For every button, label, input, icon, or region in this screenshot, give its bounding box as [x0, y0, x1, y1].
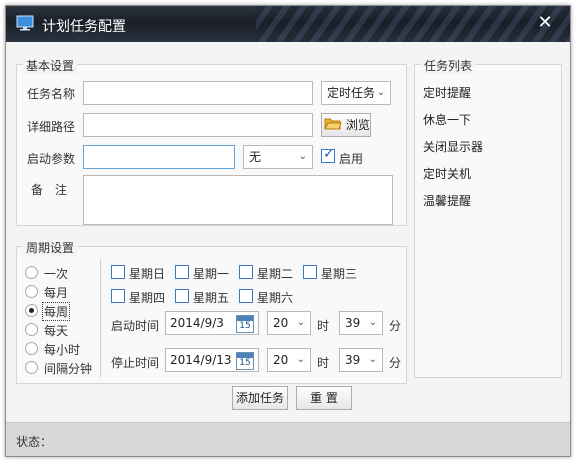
task-list-item[interactable]: 关闭显示器 — [423, 135, 553, 159]
weekday-saturday-checkbox[interactable] — [239, 289, 253, 303]
weekday-wednesday-label: 星期三 — [321, 267, 358, 281]
start-minute-select[interactable]: 39 ⌄ — [339, 311, 383, 335]
radio-hourly-label: 每小时 — [44, 343, 81, 357]
close-button[interactable]: ✕ — [534, 12, 556, 34]
chevron-down-icon: ⌄ — [376, 87, 385, 98]
task-config-window: 计划任务配置 ✕ 基本设置 任务名称 定时任务 ⌄ 详细路径 浏览 启动参数 无… — [5, 5, 571, 457]
stop-time-label: 停止时间 — [111, 356, 160, 370]
add-task-button[interactable]: 添加任务 — [232, 386, 288, 410]
path-input[interactable] — [83, 113, 313, 137]
task-list-item[interactable]: 温馨提醒 — [423, 189, 553, 213]
start-date-value: 2014/9/3 — [170, 316, 224, 330]
start-hour-select[interactable]: 20 ⌄ — [267, 311, 311, 335]
stop-date-picker[interactable]: 2014/9/13 15 — [165, 348, 259, 372]
chevron-down-icon: ⌄ — [368, 317, 377, 328]
radio-monthly-label: 每月 — [44, 286, 69, 300]
weekday-tuesday-checkbox[interactable] — [239, 265, 253, 279]
task-type-value: 定时任务 — [327, 86, 376, 100]
radio-interval-minutes[interactable] — [25, 361, 38, 374]
radio-interval-label: 间隔分钟 — [44, 362, 93, 376]
chevron-down-icon: ⌄ — [296, 354, 305, 365]
stop-minute-value: 39 — [345, 353, 361, 367]
stop-minute-unit: 分 — [389, 356, 402, 370]
weekday-tuesday-label: 星期二 — [257, 267, 294, 281]
browse-label: 浏览 — [345, 118, 370, 132]
folder-icon — [324, 115, 342, 137]
weekday-wednesday-checkbox[interactable] — [303, 265, 317, 279]
basic-settings-group: 基本设置 任务名称 定时任务 ⌄ 详细路径 浏览 启动参数 无 ⌄ ✓ 启用 备… — [16, 57, 407, 226]
radio-weekly[interactable] — [25, 304, 38, 317]
stop-minute-select[interactable]: 39 ⌄ — [339, 348, 383, 372]
radio-weekly-label: 每周 — [42, 302, 71, 321]
weekday-monday-label: 星期一 — [193, 267, 230, 281]
stop-date-value: 2014/9/13 — [170, 353, 232, 367]
param-label: 启动参数 — [27, 152, 76, 166]
param-select[interactable]: 无 ⌄ — [243, 145, 313, 169]
enable-checkbox[interactable]: ✓ — [321, 146, 335, 163]
radio-once[interactable] — [25, 266, 38, 279]
start-minute-value: 39 — [345, 316, 361, 330]
task-list-group: 任务列表 定时提醒 休息一下 关闭显示器 定时关机 温馨提醒 — [414, 57, 562, 378]
chevron-down-icon: ⌄ — [368, 354, 377, 365]
weekday-friday-label: 星期五 — [193, 291, 230, 305]
start-minute-unit: 分 — [389, 319, 402, 333]
stop-hour-value: 20 — [273, 353, 289, 367]
calendar-icon[interactable]: 15 — [236, 315, 254, 333]
radio-hourly[interactable] — [25, 342, 38, 355]
radio-daily[interactable] — [25, 323, 38, 336]
divider — [100, 259, 101, 377]
task-type-select[interactable]: 定时任务 ⌄ — [321, 81, 391, 105]
cycle-settings-group: 周期设置 一次 每月 每周 每天 每小时 间隔分钟 星期日 星期一 星期二 星期… — [16, 239, 407, 384]
stop-hour-unit: 时 — [317, 356, 330, 370]
task-name-input[interactable] — [83, 81, 313, 105]
weekday-thursday-checkbox[interactable] — [111, 289, 125, 303]
start-date-picker[interactable]: 2014/9/3 15 — [165, 311, 259, 335]
status-label: 状态： — [16, 435, 53, 449]
start-hour-unit: 时 — [317, 319, 330, 333]
weekday-friday-checkbox[interactable] — [175, 289, 189, 303]
monitor-icon — [16, 15, 34, 34]
weekday-thursday-label: 星期四 — [129, 291, 166, 305]
weekday-saturday-label: 星期六 — [257, 291, 294, 305]
status-bar: 状态： — [6, 422, 570, 456]
weekday-sunday-label: 星期日 — [129, 267, 166, 281]
enable-label: 启用 — [339, 152, 364, 166]
title-bar: 计划任务配置 ✕ — [6, 6, 570, 42]
cycle-settings-legend: 周期设置 — [23, 239, 78, 256]
start-hour-value: 20 — [273, 316, 289, 330]
start-time-label: 启动时间 — [111, 319, 160, 333]
note-label: 备 注 — [31, 183, 68, 197]
close-icon: ✕ — [537, 12, 553, 33]
browse-button[interactable]: 浏览 — [321, 113, 371, 137]
chevron-down-icon: ⌄ — [298, 151, 307, 162]
note-textarea[interactable] — [83, 175, 393, 225]
radio-once-label: 一次 — [44, 267, 69, 281]
param-input[interactable] — [83, 145, 235, 169]
path-label: 详细路径 — [27, 120, 76, 134]
stop-hour-select[interactable]: 20 ⌄ — [267, 348, 311, 372]
task-list-item[interactable]: 休息一下 — [423, 108, 553, 132]
calendar-icon[interactable]: 15 — [236, 352, 254, 370]
checkmark-icon: ✓ — [323, 146, 335, 162]
reset-button[interactable]: 重 置 — [296, 386, 352, 410]
chevron-down-icon: ⌄ — [296, 317, 305, 328]
window-title: 计划任务配置 — [42, 19, 126, 35]
task-list-item[interactable]: 定时提醒 — [423, 81, 553, 105]
radio-monthly[interactable] — [25, 285, 38, 298]
weekday-monday-checkbox[interactable] — [175, 265, 189, 279]
weekday-sunday-checkbox[interactable] — [111, 265, 125, 279]
radio-daily-label: 每天 — [44, 324, 69, 338]
param-select-value: 无 — [249, 150, 262, 164]
task-name-label: 任务名称 — [27, 87, 76, 101]
basic-settings-legend: 基本设置 — [23, 57, 78, 74]
task-list-item[interactable]: 定时关机 — [423, 162, 553, 186]
task-list-legend: 任务列表 — [421, 57, 476, 74]
